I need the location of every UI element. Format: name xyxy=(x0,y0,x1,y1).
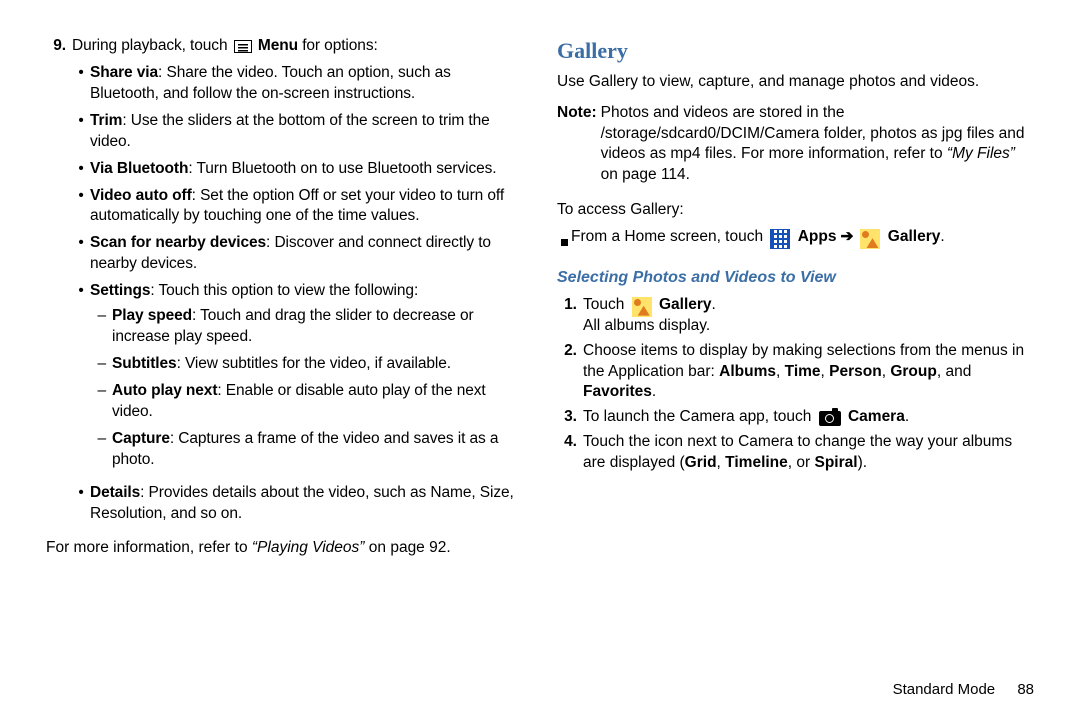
bullet-video-auto-off: •Video auto off: Set the option Off or s… xyxy=(72,186,523,228)
note-block: Note: Photos and videos are stored in th… xyxy=(557,103,1034,187)
dash-subtitles: –Subtitles: View subtitles for the video… xyxy=(90,354,523,375)
dash-play-speed: –Play speed: Touch and drag the slider t… xyxy=(90,306,523,348)
left-column: 9. During playback, touch Menu for optio… xyxy=(46,36,523,559)
menu-icon xyxy=(234,40,252,53)
gallery-icon xyxy=(860,229,880,249)
arrow-icon: ➔ xyxy=(840,228,853,245)
dash-auto-play-next: –Auto play next: Enable or disable auto … xyxy=(90,381,523,423)
bullet-trim: •Trim: Use the sliders at the bottom of … xyxy=(72,111,523,153)
note-label: Note: xyxy=(557,103,601,187)
settings-sublist: –Play speed: Touch and drag the slider t… xyxy=(90,306,523,470)
dash-capture: –Capture: Captures a frame of the video … xyxy=(90,429,523,471)
step-body: During playback, touch Menu for options:… xyxy=(72,36,523,530)
apps-label: Apps xyxy=(798,228,837,245)
gallery-icon xyxy=(632,297,652,317)
step-9: 9. During playback, touch Menu for optio… xyxy=(46,36,523,530)
gallery-intro: Use Gallery to view, capture, and manage… xyxy=(557,72,1034,93)
step-2: 2. Choose items to display by making sel… xyxy=(557,341,1034,404)
gallery-label: Gallery xyxy=(888,228,941,245)
bullet-scan-nearby: •Scan for nearby devices: Discover and c… xyxy=(72,233,523,275)
bullet-details: •Details: Provides details about the vid… xyxy=(72,483,523,525)
step-4: 4. Touch the icon next to Camera to chan… xyxy=(557,432,1034,474)
bullet-share-via: •Share via: Share the video. Touch an op… xyxy=(72,63,523,105)
step-menu-bold: Menu xyxy=(258,37,298,54)
step-number: 9. xyxy=(46,36,72,530)
subheading-selecting: Selecting Photos and Videos to View xyxy=(557,267,1034,289)
page-footer: Standard Mode 88 xyxy=(893,680,1034,700)
square-bullet-icon xyxy=(557,227,571,253)
from-home-line: From a Home screen, touch Apps➔ Gallery. xyxy=(557,227,1034,253)
right-column: Gallery Use Gallery to view, capture, an… xyxy=(557,36,1034,559)
apps-icon xyxy=(770,229,790,249)
footer-page-number: 88 xyxy=(1017,681,1034,698)
step-3: 3. To launch the Camera app, touch Camer… xyxy=(557,407,1034,428)
step-text-post: for options: xyxy=(298,37,378,54)
bullet-settings: •Settings: Touch this option to view the… xyxy=(72,281,523,476)
bullet-via-bluetooth: •Via Bluetooth: Turn Bluetooth on to use… xyxy=(72,159,523,180)
step-text-pre: During playback, touch xyxy=(72,37,232,54)
camera-icon xyxy=(819,411,841,426)
access-gallery-line: To access Gallery: xyxy=(557,200,1034,221)
two-column-layout: 9. During playback, touch Menu for optio… xyxy=(46,36,1034,559)
more-info-line: For more information, refer to “Playing … xyxy=(46,538,523,559)
bullet-list: •Share via: Share the video. Touch an op… xyxy=(72,63,523,525)
step-1: 1. Touch Gallery. All albums display. xyxy=(557,295,1034,337)
heading-gallery: Gallery xyxy=(557,36,1034,66)
footer-mode: Standard Mode xyxy=(893,681,996,698)
note-body: Photos and videos are stored in the /sto… xyxy=(601,103,1034,187)
